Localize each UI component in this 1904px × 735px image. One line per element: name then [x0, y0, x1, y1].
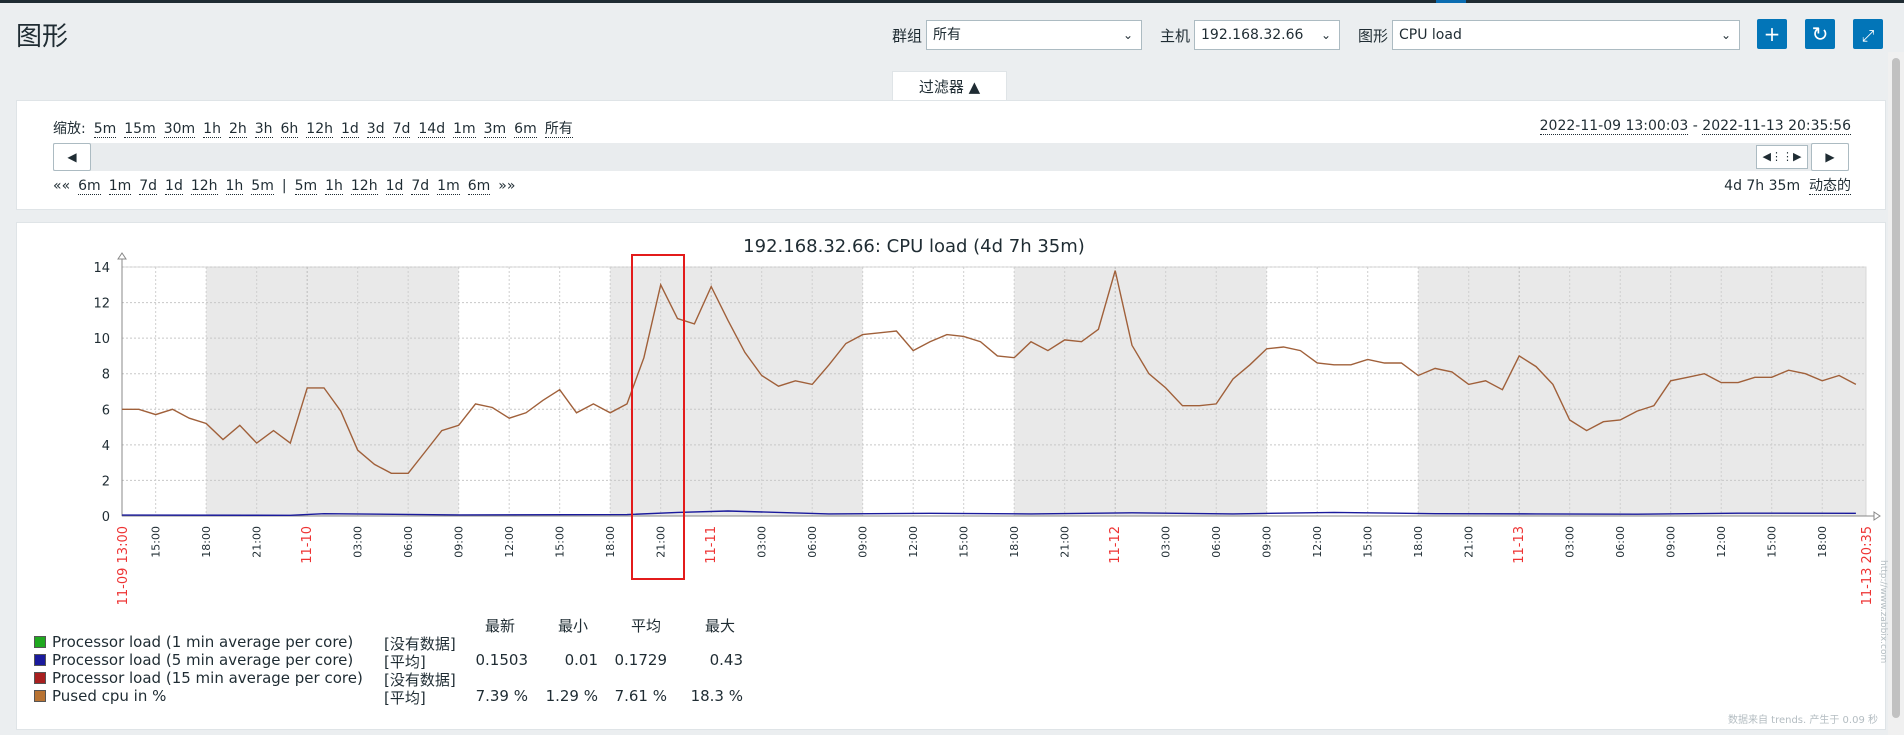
legend-series-name: Processor load (15 min average per core): [52, 669, 363, 687]
legend-last-value: 0.1503: [475, 651, 529, 669]
x-tick-label: 06:00: [806, 526, 819, 558]
legend-max-value: 18.3 %: [690, 687, 743, 705]
night-shade: [1014, 267, 1267, 516]
y-tick-label: 10: [93, 332, 110, 347]
x-tick-label: 06:00: [402, 526, 415, 558]
x-tick-label: 12:00: [1311, 526, 1324, 558]
legend-avg-value: 7.61 %: [614, 687, 667, 705]
legend-avg-value: 0.1729: [614, 651, 668, 669]
x-tick-label: 11-10: [300, 526, 315, 564]
legend-series-name: Pused cpu in %: [52, 687, 167, 705]
x-tick-label: 12:00: [907, 526, 920, 558]
night-shade: [206, 267, 459, 516]
x-tick-label: 21:00: [1059, 526, 1072, 558]
y-tick-label: 8: [102, 368, 110, 383]
x-tick-label: 18:00: [200, 526, 213, 558]
x-tick-label: 09:00: [1261, 526, 1274, 558]
y-tick-label: 2: [102, 474, 110, 489]
x-tick-label: 18:00: [1412, 526, 1425, 558]
x-tick-label: 21:00: [251, 526, 264, 558]
legend-max-value: 0.43: [709, 651, 743, 669]
x-tick-label: 09:00: [453, 526, 466, 558]
x-tick-label: 15:00: [958, 526, 971, 558]
x-tick-label: 03:00: [1564, 526, 1577, 558]
legend-col-max: 最大: [705, 617, 736, 635]
y-tick-label: 14: [93, 261, 110, 276]
legend-item: Processor load (15 min average per core): [34, 669, 363, 687]
legend-swatch: [34, 636, 46, 648]
x-tick-label: 18:00: [1008, 526, 1021, 558]
cpu-load-chart: 0 2 4 6 8 10 12 14 15:00 18:00 21:00 11-10 03:00 06:0…: [93, 236, 1881, 605]
x-tick-label: 12:00: [503, 526, 516, 558]
x-tick-label: 15:00: [554, 526, 567, 558]
legend-col-avg: 平均: [631, 617, 662, 635]
y-tick-label: 4: [102, 439, 110, 454]
x-start-label: 11-09 13:00: [116, 526, 131, 605]
x-tick-label: 03:00: [352, 526, 365, 558]
x-axis-arrow-icon: [1873, 511, 1881, 521]
legend-series-name: Processor load (1 min average per core): [52, 633, 354, 651]
x-tick-label: 18:00: [1816, 526, 1829, 558]
legend-min-value: 0.01: [564, 651, 598, 669]
y-tick-label: 6: [102, 403, 110, 418]
x-tick-label: 15:00: [1362, 526, 1375, 558]
annotation-highlight-box: [631, 254, 685, 580]
x-tick-label: 11-12: [1108, 526, 1123, 564]
legend-col-last: 最新: [485, 617, 516, 635]
x-tick-label: 15:00: [150, 526, 163, 558]
legend-function: [平均]: [384, 689, 426, 707]
legend-min-value: 1.29 %: [545, 687, 598, 705]
generated-note: 数据来自 trends. 产生于 0.09 秒: [1727, 715, 1878, 726]
x-tick-label: 06:00: [1210, 526, 1223, 558]
legend-series-name: Processor load (5 min average per core): [52, 651, 354, 669]
legend-swatch: [34, 672, 46, 684]
legend-item: Pused cpu in %: [34, 687, 166, 705]
x-tick-label: 11-11: [704, 526, 719, 564]
x-end-label: 11-13 20:35: [1860, 526, 1875, 605]
x-tick-label: 12:00: [1715, 526, 1728, 558]
x-tick-label: 21:00: [1463, 526, 1476, 558]
x-tick-label: 09:00: [1665, 526, 1678, 558]
x-tick-label: 03:00: [756, 526, 769, 558]
legend-col-min: 最小: [558, 617, 589, 635]
chart-title: 192.168.32.66: CPU load (4d 7h 35m): [743, 236, 1085, 257]
legend-swatch: [34, 654, 46, 666]
x-tick-label: 03:00: [1160, 526, 1173, 558]
y-tick-label: 0: [102, 510, 110, 525]
legend-swatch: [34, 690, 46, 702]
legend-last-value: 7.39 %: [475, 687, 528, 705]
y-axis-arrow-icon: [117, 252, 127, 260]
x-tick-label: 06:00: [1614, 526, 1627, 558]
y-tick-label: 12: [93, 297, 110, 312]
x-tick-label: 18:00: [604, 526, 617, 558]
night-shade: [1418, 267, 1866, 516]
x-tick-label: 15:00: [1766, 526, 1779, 558]
legend-item: Processor load (1 min average per core): [34, 633, 353, 651]
x-tick-label: 09:00: [857, 526, 870, 558]
x-tick-label: 11-13: [1512, 526, 1527, 564]
legend-item: Processor load (5 min average per core): [34, 651, 353, 669]
watermark: http://www.zabbix.com: [1878, 560, 1888, 664]
